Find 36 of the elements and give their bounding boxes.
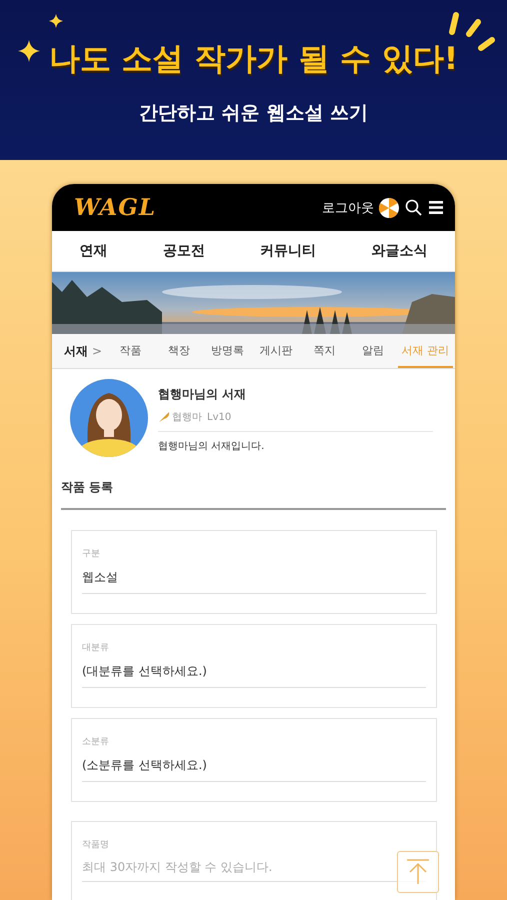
menu-item[interactable]: 연재 xyxy=(80,242,108,260)
field-label: 대분류 xyxy=(82,642,110,654)
feather-icon xyxy=(158,411,170,423)
library-intro: 협행마님의 서재입니다. xyxy=(158,440,266,453)
sparkle-icon xyxy=(49,14,63,28)
author-level: Lv10 xyxy=(207,412,232,422)
library-tab[interactable]: 방명록 xyxy=(203,334,252,368)
select-field[interactable]: 웹소설 xyxy=(82,569,426,594)
field-label: 소분류 xyxy=(82,736,110,748)
library-tab[interactable]: 알림 xyxy=(348,334,398,368)
pinwheel-icon[interactable] xyxy=(379,198,399,218)
logout-link[interactable]: 로그아웃 xyxy=(322,198,374,216)
library-name: 협행마님의 서재 xyxy=(158,386,248,403)
arrow-up-icon xyxy=(406,859,430,885)
select-field[interactable]: (소분류를 선택하세요.) xyxy=(82,757,426,782)
library-tab[interactable]: 게시판 xyxy=(252,334,300,368)
select-field[interactable]: (대분류를 선택하세요.) xyxy=(82,663,426,688)
logo[interactable]: WAGL xyxy=(74,194,322,221)
input-field[interactable]: 최대 30자까지 작성할 수 있습니다. xyxy=(82,860,426,882)
field-label: 작품명 xyxy=(82,839,110,851)
library-title: 서재 xyxy=(64,342,88,360)
section-title: 작품 등록 xyxy=(61,479,446,510)
field-label: 구분 xyxy=(82,548,101,560)
menu-icon[interactable] xyxy=(429,201,443,214)
headline: 나도 소설 작가가 될 수 있다! xyxy=(48,40,458,79)
sparkle-icon xyxy=(18,40,40,62)
breadcrumb-separator: > xyxy=(92,344,102,358)
menu-item[interactable]: 와글소식 xyxy=(371,242,428,260)
library-tab[interactable]: 작품 xyxy=(106,334,155,368)
menu-item[interactable]: 공모전 xyxy=(162,242,205,260)
library-tab[interactable]: 쪽지 xyxy=(300,334,349,368)
author-name: 협행마 xyxy=(172,411,202,424)
menu-item[interactable]: 커뮤니티 xyxy=(260,242,316,260)
subtitle: 간단하고 쉬운 웹소설 쓰기 xyxy=(139,101,368,126)
search-icon[interactable] xyxy=(405,199,422,216)
library-tab[interactable]: 책장 xyxy=(154,334,204,368)
